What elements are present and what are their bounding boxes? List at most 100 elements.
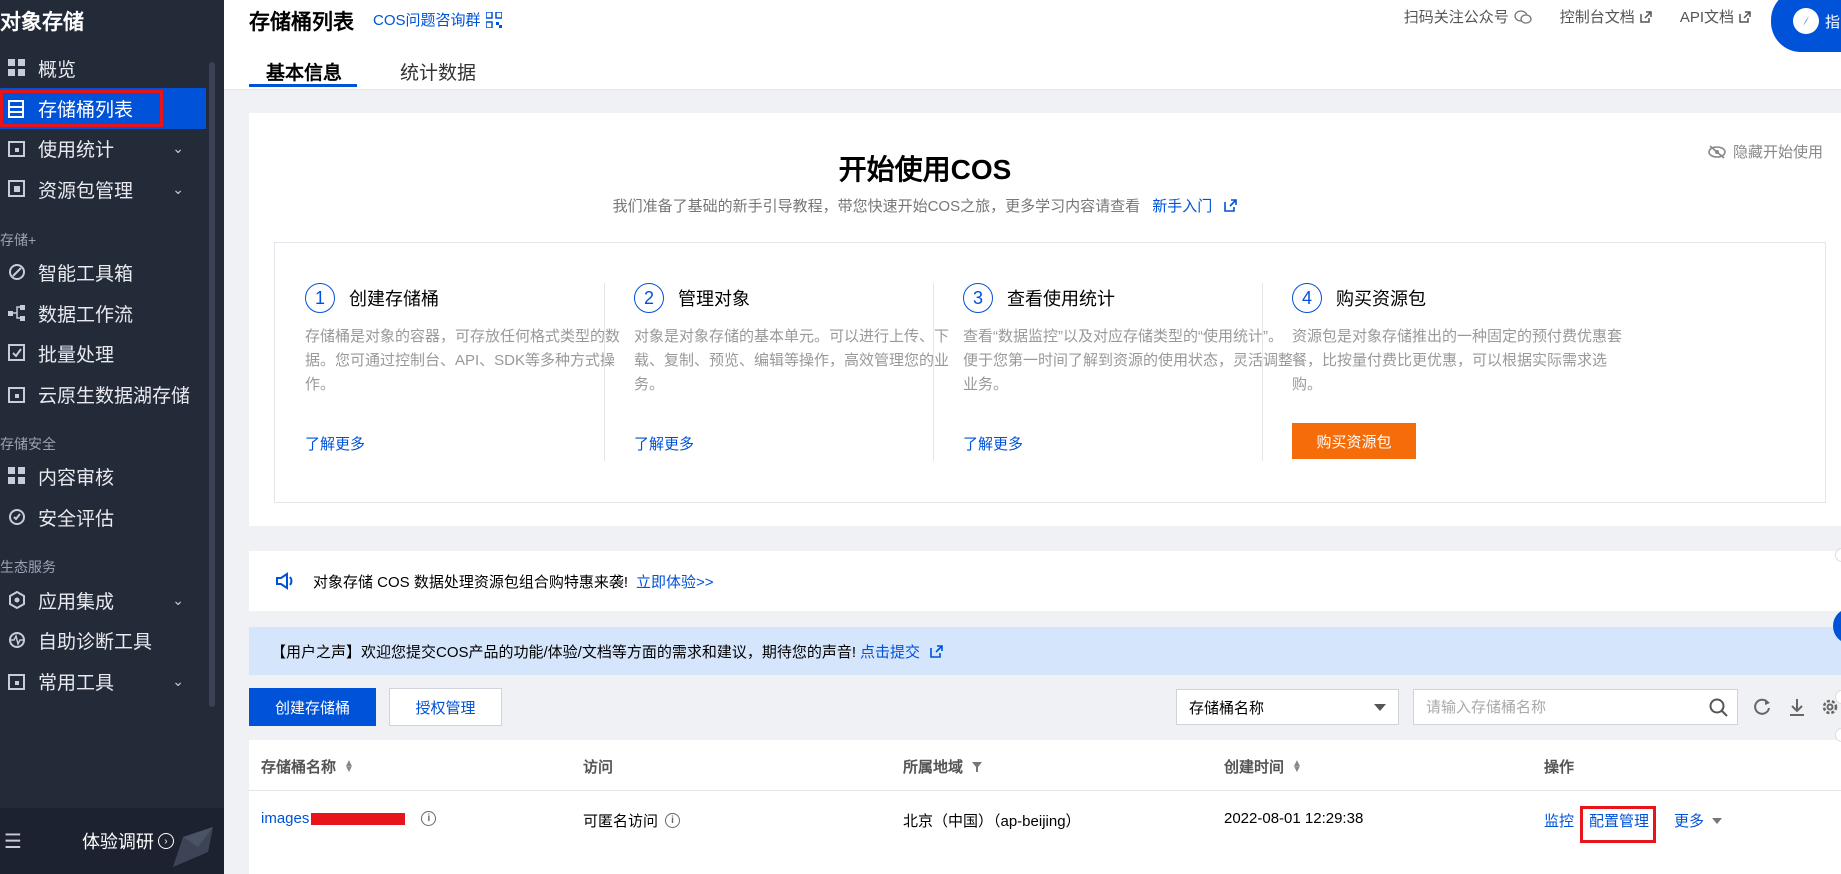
package-icon	[6, 178, 28, 200]
step-description: 查看“数据监控”以及对应存储类型的“使用统计”。便于您第一时间了解到资源的使用状…	[963, 328, 1294, 393]
info-icon[interactable]: i	[665, 813, 681, 828]
column-header-name[interactable]: 存储桶名称 ▲ ▼	[261, 756, 354, 777]
toolbox-icon	[6, 261, 28, 283]
info-icon[interactable]: i	[421, 811, 437, 826]
calendar-icon	[6, 137, 28, 159]
step-description: 资源包是对象存储推出的一种固定的预付费优惠套餐，比按量付费比更优惠，可以根据实际…	[1292, 328, 1623, 393]
sidebar-item-label: 自助诊断工具	[38, 631, 153, 653]
access-value: 可匿名访问	[583, 813, 659, 830]
filter-field-select[interactable]: 存储桶名称	[1176, 689, 1399, 725]
getting-started-card: 开始使用COS 我们准备了基础的新手引导教程，带您快速开始COS之旅，更多学习内…	[249, 113, 1841, 526]
step-header: 3 查看使用统计	[963, 283, 1115, 313]
grid-icon	[6, 465, 28, 487]
more-label: 更多	[1674, 813, 1705, 830]
learn-more-link[interactable]: 了解更多	[634, 433, 694, 454]
newbie-guide-link[interactable]: 新手入门	[1152, 198, 1212, 215]
sidebar-item-label: 数据工作流	[38, 304, 134, 326]
highlight-box-config-management	[1580, 806, 1656, 843]
search-icon[interactable]	[1709, 698, 1729, 718]
user-voice-banner: 【用户之声】欢迎您提交COS产品的功能/体验/文档等方面的需求和建议，期待您的声…	[249, 627, 1841, 675]
step-number: 2	[634, 283, 664, 313]
getting-started-title: 开始使用COS	[838, 154, 1012, 185]
divider	[604, 283, 605, 461]
sidebar-item-package-mgmt[interactable]: 资源包管理 ⌄	[0, 165, 206, 213]
column-header-region[interactable]: 所属地域	[903, 756, 983, 777]
sidebar-item-label: 内容审核	[38, 467, 115, 489]
wechat-follow-label: 扫码关注公众号	[1403, 9, 1509, 26]
decoration-icon	[173, 827, 213, 867]
hide-getting-started[interactable]: 隐藏开始使用	[1707, 141, 1823, 162]
bucket-name-link[interactable]: images i	[261, 810, 437, 827]
steps-container: 1 创建存储桶 存储桶是对象的容器，可存放任何格式类型的数据。您可通过控制台、A…	[274, 242, 1826, 503]
sidebar-item-common-tools[interactable]: 常用工具 ⌄	[0, 657, 206, 705]
create-bucket-button[interactable]: 创建存储桶	[249, 688, 376, 726]
column-label: 访问	[583, 759, 614, 776]
console-docs-link[interactable]: 控制台文档	[1560, 6, 1652, 27]
sidebar: 对象存储 概览 存储桶列表 使用统计 ⌄ 资源包管理 ⌄ 存储+ 智能工具箱 数…	[0, 0, 224, 874]
sidebar-item-label: 资源包管理	[38, 180, 134, 202]
pulse-icon	[6, 629, 28, 651]
tab-basic-info[interactable]: 基本信息	[266, 58, 342, 85]
sidebar-footer: ☰ 体验调研 ›	[0, 808, 224, 874]
step-title: 创建存储桶	[349, 289, 439, 309]
divider	[1262, 283, 1263, 461]
bucket-search-input[interactable]	[1414, 690, 1694, 724]
chevron-down-icon: ⌄	[172, 139, 184, 156]
wechat-follow-link[interactable]: 扫码关注公众号	[1404, 6, 1532, 27]
step-description: 存储桶是对象的容器，可存放任何格式类型的数据。您可通过控制台、API、SDK等多…	[305, 328, 621, 393]
chevron-down-icon: ⌄	[172, 672, 184, 689]
filter-icon	[972, 761, 983, 772]
highlight-box-bucket-list	[0, 90, 163, 127]
chevron-down-icon: ⌄	[172, 180, 184, 197]
column-header-created[interactable]: 创建时间 ▲ ▼	[1224, 756, 1302, 777]
column-label: 所属地域	[903, 759, 964, 776]
qq-group-label: COS问题咨询群	[373, 12, 481, 29]
promo-notice: 对象存储 COS 数据处理资源包组合购特惠来袭! 立即体验>>	[249, 551, 1841, 611]
sidebar-item-label: 智能工具箱	[38, 263, 134, 285]
auth-management-button[interactable]: 授权管理	[389, 688, 502, 726]
created-time-cell: 2022-08-01 12:29:38	[1224, 810, 1364, 827]
buy-package-button[interactable]: 购买资源包	[1292, 423, 1416, 459]
guide-button[interactable]: 指	[1771, 0, 1841, 52]
qq-group-link[interactable]: COS问题咨询群	[373, 9, 502, 30]
external-link-icon	[1640, 10, 1652, 23]
sidebar-item-overview[interactable]: 概览	[0, 44, 206, 92]
submit-feedback-link[interactable]: 点击提交	[860, 641, 920, 662]
tab-statistics[interactable]: 统计数据	[400, 58, 476, 85]
promo-link[interactable]: 立即体验>>	[636, 571, 714, 592]
learn-more-link[interactable]: 了解更多	[305, 433, 365, 454]
divider	[933, 283, 934, 461]
step-title: 管理对象	[678, 289, 750, 309]
learn-more-link[interactable]: 了解更多	[963, 433, 1023, 454]
sidebar-item-label: 批量处理	[38, 344, 115, 366]
shield-icon	[6, 506, 28, 528]
external-link-icon	[1739, 10, 1751, 23]
survey-link[interactable]: 体验调研 ›	[82, 828, 174, 854]
guide-label: 指	[1825, 13, 1841, 31]
grid-icon	[6, 57, 28, 79]
sidebar-section-ecosystem: 生态服务	[0, 559, 56, 575]
active-tab-indicator	[249, 84, 357, 87]
sidebar-item-data-lake[interactable]: 云原生数据湖存储	[0, 370, 206, 418]
sidebar-section-storage-plus: 存储+	[0, 232, 37, 248]
step-number: 3	[963, 283, 993, 313]
sidebar-item-label: 安全评估	[38, 508, 115, 530]
download-icon[interactable]	[1787, 697, 1807, 717]
step-number: 1	[305, 283, 335, 313]
refresh-icon[interactable]	[1753, 697, 1773, 717]
filter-field-value: 存储桶名称	[1189, 699, 1265, 717]
api-docs-link[interactable]: API文档	[1680, 6, 1751, 27]
column-header-access: 访问	[583, 756, 613, 777]
column-label: 存储桶名称	[261, 759, 337, 776]
more-actions-dropdown[interactable]: 更多	[1674, 810, 1723, 831]
collapse-menu-icon[interactable]: ☰	[4, 829, 22, 854]
qrcode-icon	[485, 11, 502, 28]
sidebar-scrollbar[interactable]	[209, 62, 215, 707]
column-label: 创建时间	[1224, 759, 1285, 776]
step-header: 4 购买资源包	[1292, 283, 1426, 313]
step-title: 查看使用统计	[1007, 289, 1115, 309]
monitor-link[interactable]: 监控	[1544, 810, 1574, 831]
sidebar-item-label: 常用工具	[38, 672, 115, 694]
sidebar-item-security-assessment[interactable]: 安全评估	[0, 493, 206, 541]
survey-label: 体验调研	[81, 832, 154, 852]
